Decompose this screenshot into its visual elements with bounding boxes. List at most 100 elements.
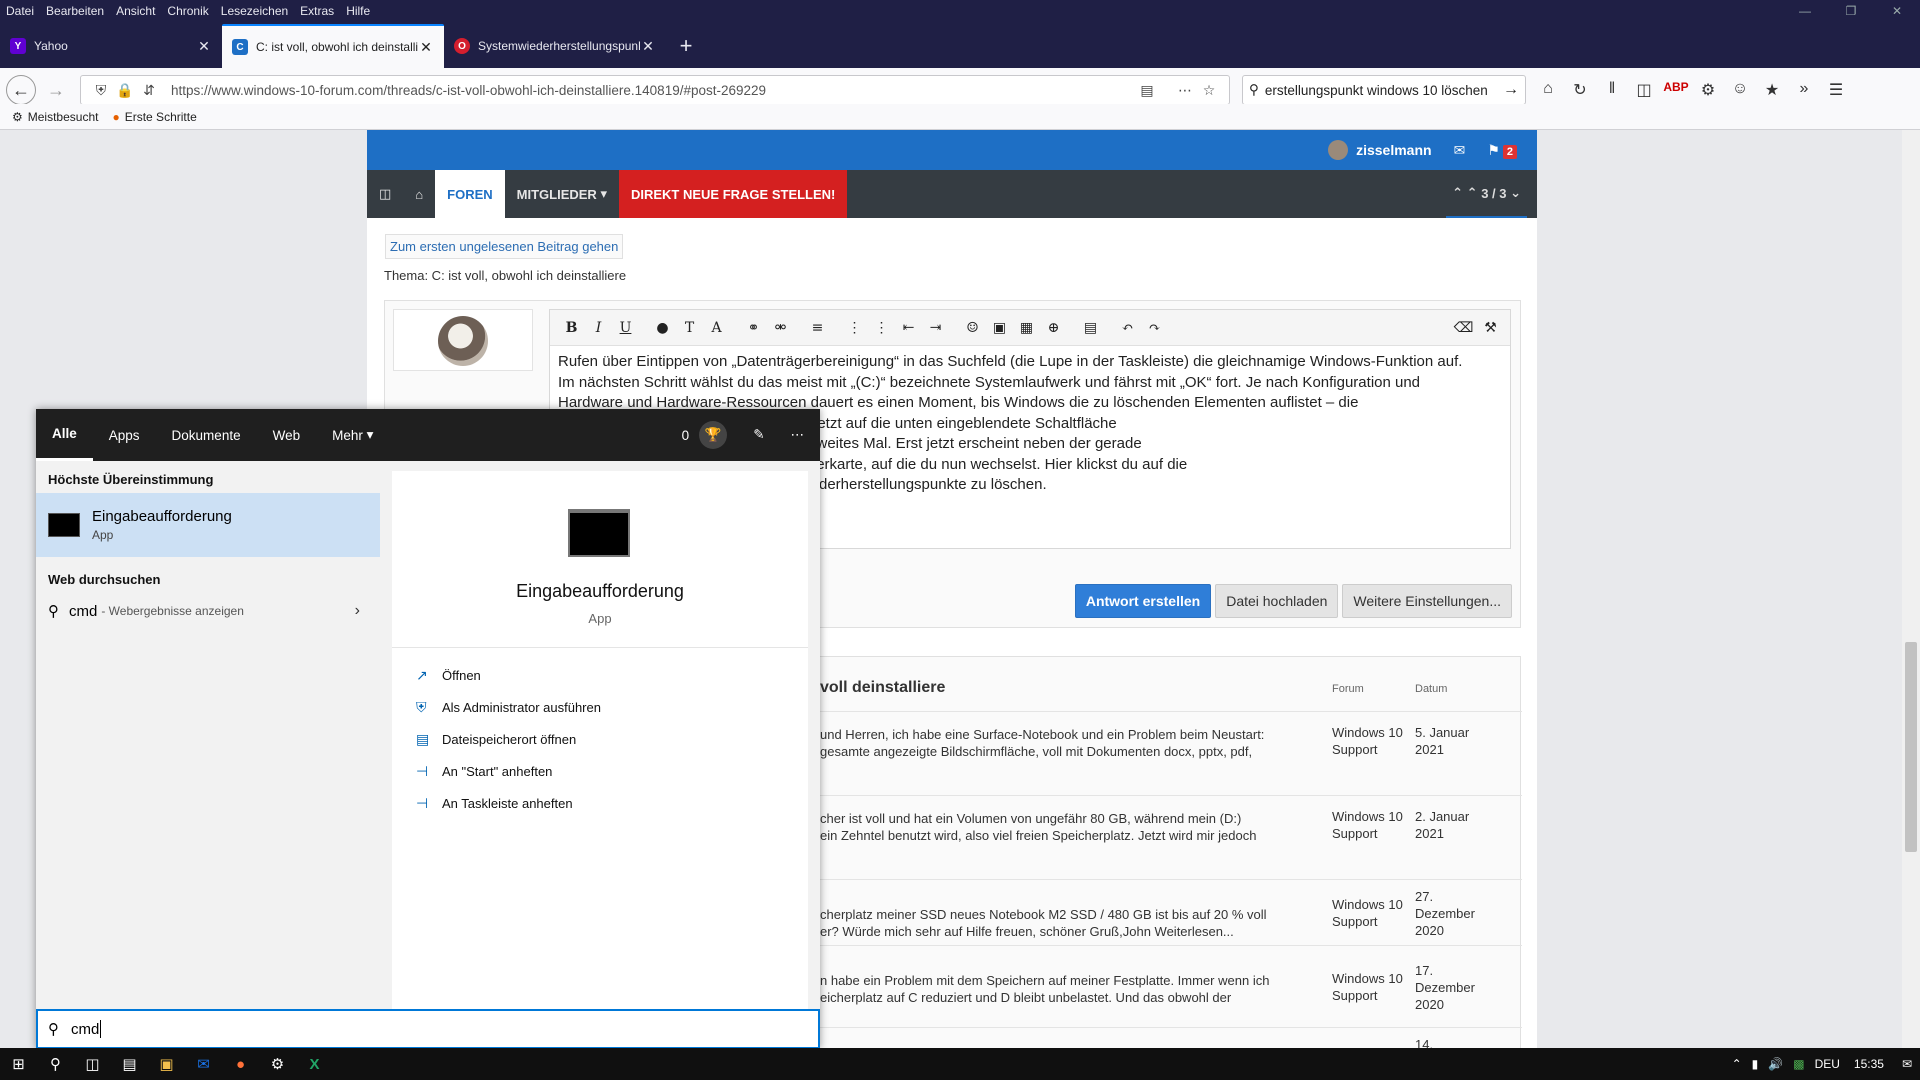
upload-file-button[interactable]: Datei hochladen [1215, 584, 1339, 618]
chevron-right-icon[interactable]: › [355, 602, 360, 620]
pager[interactable]: ⌃ ⌃ 3 / 3 ⌄ [1446, 170, 1527, 218]
unlink-icon[interactable]: ⚮ [767, 320, 794, 336]
action-pin-to-taskbar[interactable]: ⊣ An Taskleiste anheften [416, 795, 573, 812]
smiley-icon[interactable]: ☺ [959, 320, 986, 336]
first-unread-link[interactable]: Zum ersten ungelesenen Beitrag gehen [385, 234, 624, 259]
firefox-icon[interactable]: ● [222, 1048, 259, 1080]
file-explorer-icon[interactable]: ▣ [148, 1048, 185, 1080]
font-family-icon[interactable]: A [703, 320, 730, 336]
image-icon[interactable]: ▣ [986, 320, 1013, 336]
underline-icon[interactable]: U [612, 320, 639, 336]
menu-tools[interactable]: Extras [300, 4, 334, 18]
sidebar-icon[interactable]: ◫ [1628, 80, 1660, 100]
best-match-result[interactable]: Eingabeaufforderung App [36, 493, 380, 557]
reader-view-icon[interactable]: ▤ [1135, 82, 1159, 99]
italic-icon[interactable]: I [585, 320, 612, 336]
numbered-list-icon[interactable]: ⋮ [868, 320, 895, 336]
forward-arrow-icon[interactable]: → [40, 74, 72, 106]
windows-search-input[interactable]: ⚲ cmd [36, 1009, 820, 1049]
nav-ask-question[interactable]: DIREKT NEUE FRAGE STELLEN! [618, 170, 848, 218]
menu-history[interactable]: Chronik [167, 4, 208, 18]
redo-icon[interactable]: ↷ [1141, 320, 1168, 336]
battery-icon[interactable]: ▮ [1752, 1057, 1759, 1071]
avatar[interactable] [1328, 140, 1349, 160]
eraser-icon[interactable]: ⌫ [1450, 320, 1477, 336]
search-input[interactable]: erstellungspunkt windows 10 löschen [1265, 83, 1503, 98]
permissions-icon[interactable]: ⇵ [137, 82, 161, 99]
bookmark-star-icon[interactable]: ☆ [1197, 82, 1221, 99]
post-reply-button[interactable]: Antwort erstellen [1074, 584, 1212, 618]
action-pin-to-start[interactable]: ⊣ An "Start" anheften [416, 763, 552, 780]
hamburger-menu-icon[interactable]: ☰ [1820, 80, 1852, 100]
volume-icon[interactable]: 🔊 [1768, 1057, 1783, 1071]
reload-icon[interactable]: ↻ [1564, 80, 1596, 100]
align-icon[interactable]: ≡ [804, 320, 831, 336]
menu-help[interactable]: Hilfe [346, 4, 370, 18]
close-tab-icon[interactable]: ✕ [196, 38, 212, 55]
close-tab-icon[interactable]: ✕ [640, 38, 656, 55]
tab-apps[interactable]: Apps [93, 409, 156, 461]
tab-all[interactable]: Alle [36, 409, 93, 461]
font-size-icon[interactable]: T [676, 320, 703, 336]
forum-logo-icon[interactable]: ◫ [367, 170, 403, 218]
maximize-icon[interactable]: ❐ [1828, 0, 1874, 22]
excel-icon[interactable]: X [296, 1048, 333, 1080]
overflow-icon[interactable]: » [1788, 80, 1820, 100]
nav-forums[interactable]: FOREN [435, 170, 505, 218]
more-options-button[interactable]: Weitere Einstellungen... [1342, 584, 1512, 618]
nav-members[interactable]: MITGLIEDER ▾ [505, 170, 619, 218]
tab-restore-point[interactable]: O Systemwiederherstellungspunkt ✕ [444, 24, 666, 68]
menu-view[interactable]: Ansicht [116, 4, 155, 18]
link-icon[interactable]: ⚭ [740, 320, 767, 336]
save-draft-icon[interactable]: ▤ [1077, 320, 1104, 336]
page-actions-icon[interactable]: ⋯ [1173, 82, 1197, 99]
outlook-icon[interactable]: ✉ [185, 1048, 222, 1080]
network-icon[interactable]: ▩ [1793, 1057, 1804, 1071]
media-icon[interactable]: ▦ [1013, 320, 1040, 336]
page-scrollbar[interactable] [1902, 130, 1920, 1048]
home-icon[interactable]: ⌂ [1532, 80, 1564, 100]
menu-file[interactable]: Datei [6, 4, 34, 18]
bullet-list-icon[interactable]: ⋮ [841, 320, 868, 336]
windows-start-icon[interactable]: ⊞ [0, 1048, 37, 1080]
text-color-icon[interactable]: ● [649, 320, 676, 336]
settings-gear-icon[interactable]: ⚙ [259, 1048, 296, 1080]
tab-more[interactable]: Mehr ▾ [316, 409, 389, 461]
undo-icon[interactable]: ↶ [1114, 320, 1141, 336]
task-view-icon[interactable]: ◫ [74, 1048, 111, 1080]
lock-icon[interactable]: 🔒 [113, 82, 137, 99]
tab-web[interactable]: Web [257, 409, 317, 461]
input-language[interactable]: DEU [1815, 1057, 1840, 1071]
clock-time[interactable]: 15:35 [1854, 1057, 1884, 1071]
tab-forum[interactable]: C C: ist voll, obwohl ich deinstalliere … [222, 24, 444, 68]
new-tab-icon[interactable]: + [666, 24, 706, 68]
shield-icon[interactable]: ⛨ [89, 82, 113, 99]
menu-bookmarks[interactable]: Lesezeichen [221, 4, 288, 18]
menu-edit[interactable]: Bearbeiten [46, 4, 104, 18]
bold-icon[interactable]: B [558, 320, 585, 336]
addon-badge-icon[interactable]: ★ [1756, 80, 1788, 100]
notification-center-icon[interactable]: ✉ [1902, 1057, 1912, 1071]
mail-icon[interactable]: ✉ [1454, 142, 1466, 159]
url-text[interactable]: https://www.windows-10-forum.com/threads… [171, 83, 1135, 98]
search-bar[interactable]: ⚲ erstellungspunkt windows 10 löschen → [1242, 75, 1526, 105]
web-search-result[interactable]: ⚲ cmd - Webergebnisse anzeigen › [36, 593, 380, 629]
action-open[interactable]: ↗ Öffnen [416, 667, 481, 684]
bookmark-most-visited[interactable]: ⚙ Meistbesucht [12, 110, 98, 124]
search-go-arrow-icon[interactable]: → [1503, 81, 1519, 99]
search-icon[interactable]: ⚲ [37, 1048, 74, 1080]
outdent-icon[interactable]: ⇤ [895, 320, 922, 336]
minimize-icon[interactable]: — [1782, 0, 1828, 22]
action-open-file-location[interactable]: ▤ Dateispeicherort öffnen [416, 731, 576, 748]
alerts-flag-icon[interactable]: ⚑ 2 [1487, 142, 1517, 159]
store-icon[interactable]: ▤ [111, 1048, 148, 1080]
extension-icon[interactable]: ⚙ [1692, 80, 1724, 100]
home-icon[interactable]: ⌂ [403, 170, 435, 218]
trophy-icon[interactable]: 🏆 [699, 421, 728, 449]
bookmark-getting-started[interactable]: ● Erste Schritte [112, 110, 196, 124]
close-tab-icon[interactable]: ✕ [418, 39, 434, 56]
wrench-icon[interactable]: ⚒ [1477, 320, 1504, 336]
url-bar[interactable]: ⛨ 🔒 ⇵ https://www.windows-10-forum.com/t… [80, 75, 1230, 105]
indent-icon[interactable]: ⇥ [922, 320, 949, 336]
back-arrow-icon[interactable]: ← [6, 75, 36, 105]
